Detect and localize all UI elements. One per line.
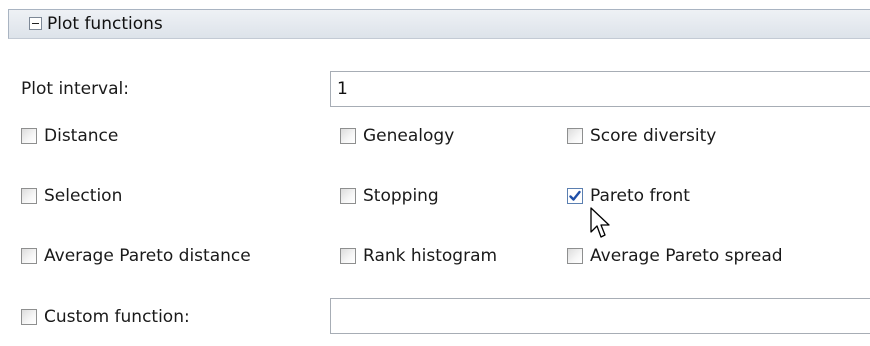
checkbox-box[interactable] xyxy=(567,188,583,204)
check-mark-icon xyxy=(569,190,581,201)
checkbox-label: Average Pareto distance xyxy=(44,246,251,266)
checkbox-box[interactable] xyxy=(21,248,37,264)
checkbox-label: Score diversity xyxy=(590,126,717,146)
checkbox-label: Distance xyxy=(44,126,119,146)
checkbox-box[interactable] xyxy=(21,309,37,325)
section-header[interactable]: Plot functions xyxy=(8,9,870,39)
checkbox-label: Average Pareto spread xyxy=(590,246,783,266)
minus-box-icon[interactable] xyxy=(29,17,42,30)
checkbox-box[interactable] xyxy=(340,188,356,204)
checkbox-label: Selection xyxy=(44,186,123,206)
checkbox-label: Rank histogram xyxy=(363,246,498,266)
checkbox-label: Stopping xyxy=(363,186,439,206)
checkbox-box[interactable] xyxy=(567,128,583,144)
custom-function-input[interactable] xyxy=(330,298,870,334)
checkbox-box[interactable] xyxy=(340,128,356,144)
checkbox-label: Pareto front xyxy=(590,186,690,206)
section-title: Plot functions xyxy=(47,14,163,34)
checkbox-box[interactable] xyxy=(340,248,356,264)
checkbox-label: Genealogy xyxy=(363,126,455,146)
checkbox-label: Custom function: xyxy=(44,307,190,327)
checkbox-box[interactable] xyxy=(21,128,37,144)
plot-interval-label: Plot interval: xyxy=(21,79,129,99)
plot-interval-input[interactable]: 1 xyxy=(330,71,870,107)
checkbox-box[interactable] xyxy=(567,248,583,264)
checkbox-box[interactable] xyxy=(21,188,37,204)
mouse-pointer-icon xyxy=(590,207,610,238)
plot-functions-panel: Plot functions Plot interval: 1 Distance… xyxy=(0,0,870,346)
